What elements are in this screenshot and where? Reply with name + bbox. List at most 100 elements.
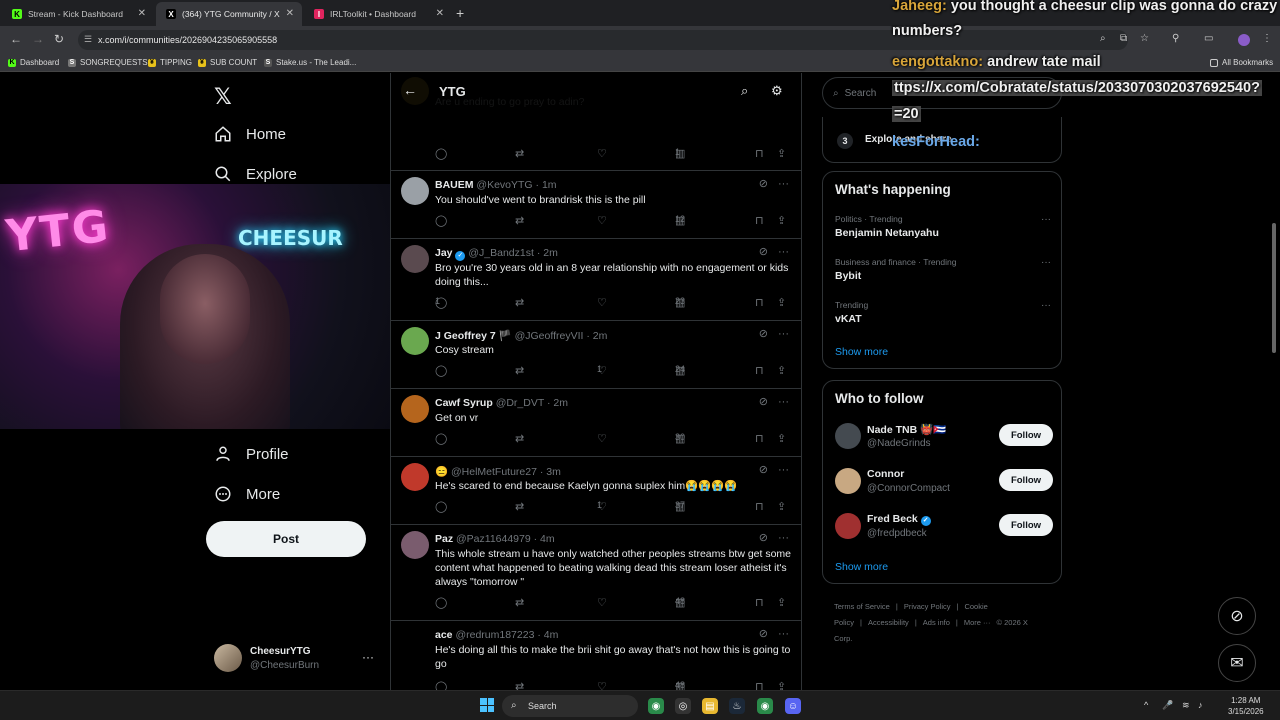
trend-item[interactable]: Politics · Trending Benjamin Netanyahu ·… — [835, 214, 1051, 239]
grok-icon[interactable]: ⊘ — [759, 396, 768, 408]
messages-icon[interactable]: ✉ — [1218, 644, 1256, 682]
close-tab-icon[interactable]: ✕ — [138, 8, 146, 19]
windows-start-icon[interactable] — [480, 698, 494, 712]
close-tab-icon[interactable]: ✕ — [436, 8, 444, 19]
follow-suggestion[interactable]: Connor @ConnorCompact Follow — [835, 468, 1053, 498]
avatar[interactable] — [401, 395, 429, 423]
wifi-icon[interactable]: ≋ — [1182, 700, 1190, 711]
timeline-post[interactable]: Cawf Syrup @Dr_DVT · 2m ⊘ ··· Get on vr ◯ ⇄ ♡ ▥… — [391, 389, 801, 457]
forward-arrow-icon[interactable]: → — [32, 32, 44, 46]
post-author[interactable]: Cawf Syrup — [435, 397, 493, 409]
back-arrow-icon[interactable]: ← — [10, 32, 22, 46]
reload-icon[interactable]: ↻ — [54, 32, 64, 46]
more-dots-icon[interactable]: ··· — [778, 464, 789, 476]
follow-suggestion[interactable]: Fred Beck ✓ @fredpdbeck Follow — [835, 513, 1053, 543]
post-author[interactable]: ace — [435, 629, 453, 641]
chrome-dev-icon[interactable]: ◎ — [675, 698, 691, 714]
page-scrollbar[interactable] — [1270, 149, 1278, 353]
footer-link[interactable]: Privacy Policy — [904, 602, 951, 611]
post-handle[interactable]: @Dr_DVT — [496, 397, 544, 409]
trend-item[interactable]: Business and finance · Trending Bybit ··… — [835, 257, 1051, 282]
post-time[interactable]: · 2m — [537, 247, 558, 259]
post-handle[interactable]: @J_Bandz1st — [468, 247, 534, 259]
bookmark-dashboard[interactable]: K Dashboard — [8, 58, 59, 67]
timeline-post[interactable]: 😑 @HelMetFuture27 · 3m ⊘ ··· He's scared to… — [391, 457, 801, 525]
tab-ytg-community[interactable]: X (364) YTG Community / X ✕ — [156, 2, 302, 26]
more-dots-icon[interactable]: ··· — [778, 246, 789, 258]
taskbar-clock[interactable]: 1:28 AM 3/15/2026 — [1228, 695, 1264, 717]
footer-link[interactable]: Ads info — [923, 618, 950, 627]
post-author[interactable]: Jay — [435, 247, 453, 259]
post-author[interactable]: J Geoffrey 7 🏴 — [435, 330, 512, 342]
timeline-post[interactable]: Jay ✓ @J_Bandz1st · 2m ⊘ ··· Bro you're 30 … — [391, 239, 801, 321]
nav-explore[interactable]: Explore — [214, 165, 297, 183]
post-time[interactable]: · 2m — [547, 397, 568, 409]
nav-home[interactable]: Home — [214, 125, 286, 143]
bookmark-tipping[interactable]: ¥ TIPPING — [148, 58, 192, 67]
more-dots-icon[interactable]: ··· — [778, 628, 789, 640]
nav-profile[interactable]: Profile — [214, 445, 289, 463]
follow-suggestion[interactable]: Nade TNB 👹🇨🇺 @NadeGrinds Follow — [835, 423, 1053, 453]
post-time[interactable]: · 2m — [586, 330, 607, 342]
follow-button[interactable]: Follow — [999, 514, 1053, 536]
site-info-icon[interactable]: ☰ — [84, 34, 92, 45]
show-more-link[interactable]: Show more — [835, 561, 888, 573]
timeline-post[interactable]: Paz @Paz11644979 · 4m ⊘ ··· This whole stre… — [391, 525, 801, 621]
post-time[interactable]: · 1m — [536, 179, 557, 191]
more-dots-icon[interactable]: ··· — [778, 328, 789, 340]
grok-icon[interactable]: ⊘ — [759, 328, 768, 340]
post-handle[interactable]: @KevoYTG — [476, 179, 532, 191]
avatar[interactable] — [401, 531, 429, 559]
grok-icon[interactable]: ⊘ — [759, 178, 768, 190]
footer-link[interactable]: Accessibility — [868, 618, 909, 627]
scrollbar-thumb[interactable] — [1272, 223, 1276, 353]
more-dots-icon[interactable]: ··· — [778, 396, 789, 408]
post-time[interactable]: · 4m — [534, 533, 555, 545]
volume-icon[interactable]: ♪ — [1198, 700, 1203, 710]
post-time[interactable]: · 3m — [540, 466, 561, 478]
more-dots-icon[interactable]: ··· — [778, 532, 789, 544]
chrome-icon[interactable]: ◉ — [648, 698, 664, 714]
search-icon[interactable]: ⌕ — [741, 83, 748, 99]
mic-icon[interactable]: 🎤 — [1162, 700, 1173, 711]
tray-chevron-icon[interactable]: ^ — [1144, 700, 1148, 710]
post-handle[interactable]: @redrum187223 — [455, 629, 534, 641]
timeline-post[interactable]: BAUEM @KevoYTG · 1m ⊘ ··· You should've wen… — [391, 171, 801, 239]
tab-irltoolkit[interactable]: I IRLToolkit • Dashboard ✕ — [304, 2, 452, 26]
avatar[interactable] — [401, 627, 429, 655]
avatar[interactable] — [401, 327, 429, 355]
bookmark-stake[interactable]: S Stake.us - The Leadi... — [264, 58, 356, 67]
steam-icon[interactable]: ♨ — [729, 698, 745, 714]
post-handle[interactable]: @Paz11644979 — [456, 533, 531, 545]
timeline-post[interactable]: ace @redrum187223 · 4m ⊘ ··· He's doing all… — [391, 621, 801, 690]
avatar[interactable] — [401, 177, 429, 205]
file-explorer-icon[interactable]: ▤ — [702, 698, 718, 714]
discord-icon[interactable]: ☺ — [785, 698, 801, 714]
more-dots-icon[interactable]: ··· — [1041, 300, 1051, 311]
grok-icon[interactable]: ⊘ — [1218, 597, 1256, 635]
follow-button[interactable]: Follow — [999, 424, 1053, 446]
post-handle[interactable]: @HelMetFuture27 — [451, 466, 537, 478]
post-button[interactable]: Post — [206, 521, 366, 557]
chrome-icon[interactable]: ◉ — [757, 698, 773, 714]
bookmark-songrequests[interactable]: S SONGREQUESTS — [68, 58, 148, 67]
post-author[interactable]: BAUEM — [435, 179, 474, 191]
footer-link[interactable]: More ··· — [964, 618, 991, 627]
more-dots-icon[interactable]: ··· — [1041, 257, 1051, 268]
settings-gear-icon[interactable]: ⚙ — [771, 83, 783, 99]
grok-icon[interactable]: ⊘ — [759, 628, 768, 640]
post-author[interactable]: Paz — [435, 533, 453, 545]
show-more-link[interactable]: Show more — [835, 346, 888, 358]
timeline-post[interactable]: J Geoffrey 7 🏴 @JGeoffreyVII · 2m ⊘ ··· Cos… — [391, 321, 801, 389]
post-time[interactable]: · 4m — [537, 629, 558, 641]
grok-icon[interactable]: ⊘ — [759, 246, 768, 258]
post-author[interactable]: 😑 — [435, 466, 448, 478]
post-handle[interactable]: @JGeoffreyVII — [515, 330, 584, 342]
bookmark-sub-count[interactable]: ¥ SUB COUNT — [198, 58, 257, 67]
back-arrow-icon[interactable]: ← — [403, 82, 417, 98]
more-dots-icon[interactable]: ··· — [1041, 214, 1051, 225]
follow-button[interactable]: Follow — [999, 469, 1053, 491]
account-switcher[interactable]: CheesurYTG @CheesurBurn ··· — [214, 644, 380, 674]
close-tab-icon[interactable]: ✕ — [286, 8, 294, 19]
x-logo-icon[interactable]: 𝕏 — [214, 85, 232, 110]
